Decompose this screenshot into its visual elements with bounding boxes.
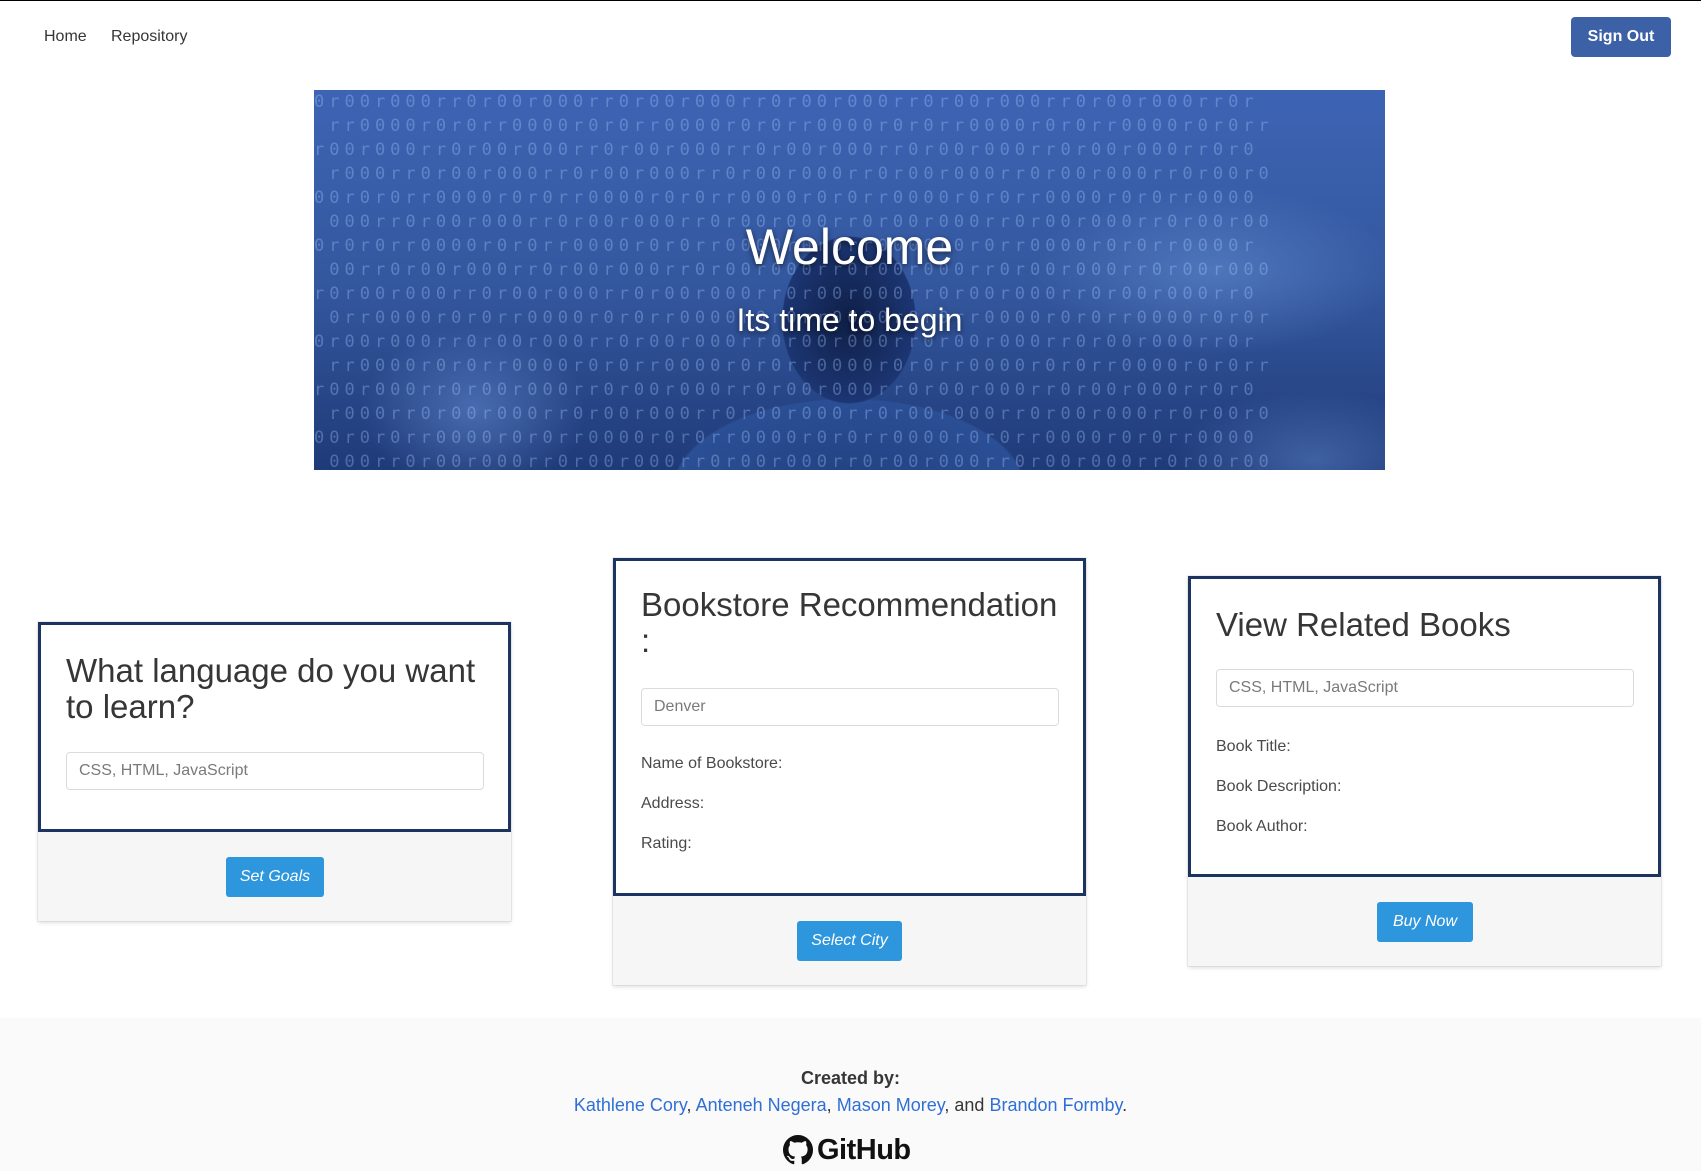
nav-home-link[interactable]: Home [44, 28, 87, 46]
city-input[interactable] [641, 688, 1059, 726]
sign-out-button[interactable]: Sign Out [1571, 17, 1671, 57]
bookstore-card-content: Bookstore Recommendation : Name of Books… [613, 558, 1086, 896]
select-city-button[interactable]: Select City [797, 921, 902, 961]
book-title-label: Book Title: [1216, 738, 1291, 755]
hero-banner: 0r00r000rr0r00r000rr0r00r000rr0r00r000rr… [314, 90, 1385, 470]
author-link-kathlene-cory[interactable]: Kathlene Cory [574, 1095, 687, 1115]
authors-line: Kathlene Cory, Anteneh Negera, Mason Mor… [0, 1095, 1701, 1116]
bookstore-name-label: Name of Bookstore: [641, 755, 783, 772]
bookstore-rating-label: Rating: [641, 835, 692, 852]
author-separator: , [686, 1095, 696, 1115]
bookstore-card: Bookstore Recommendation : Name of Books… [613, 558, 1086, 985]
github-link[interactable]: GitHub [783, 1132, 911, 1168]
created-by-label: Created by: [800, 1068, 901, 1088]
github-octocat-icon [783, 1135, 813, 1165]
github-label: GitHub [817, 1133, 911, 1166]
author-separator-and: , and [944, 1095, 990, 1115]
hero-title: Welcome [745, 219, 954, 275]
hero-background-binary-pattern: 0r00r000rr0r00r000rr0r00r000rr0r00r000rr… [314, 92, 1274, 470]
book-author-label: Book Author: [1216, 818, 1308, 835]
author-link-mason-morey[interactable]: Mason Morey [837, 1095, 945, 1115]
authors-end-period: . [1122, 1095, 1128, 1115]
language-card: What language do you want to learn? Set … [38, 622, 511, 921]
bookstore-address-label: Address: [641, 795, 705, 812]
author-link-brandon-formby[interactable]: Brandon Formby [989, 1095, 1122, 1115]
book-description-label: Book Description: [1216, 778, 1342, 795]
nav-repository-link[interactable]: Repository [111, 28, 187, 46]
author-link-anteneh-negera[interactable]: Anteneh Negera [696, 1095, 827, 1115]
author-separator: , [826, 1095, 837, 1115]
footer: Created by: Kathlene Cory, Anteneh Neger… [0, 1018, 1701, 1171]
bookstore-card-title: Bookstore Recommendation : [641, 586, 1058, 659]
set-goals-button[interactable]: Set Goals [226, 857, 324, 897]
language-input[interactable] [66, 752, 484, 790]
navbar: Home Repository Sign Out [0, 1, 1701, 73]
related-books-card-title: View Related Books [1216, 606, 1511, 643]
related-books-card-content: View Related Books Book Title: Book Desc… [1188, 576, 1661, 877]
related-books-card: View Related Books Book Title: Book Desc… [1188, 576, 1661, 966]
book-topic-input[interactable] [1216, 669, 1634, 707]
language-card-title: What language do you want to learn? [66, 652, 476, 725]
language-card-content: What language do you want to learn? [38, 622, 511, 832]
hero-subtitle: Its time to begin [736, 302, 963, 338]
buy-now-button[interactable]: Buy Now [1377, 902, 1473, 942]
